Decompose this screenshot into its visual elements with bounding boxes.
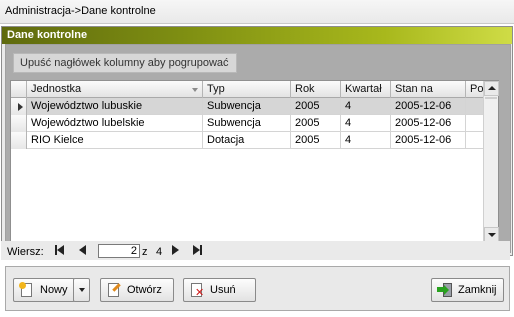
new-button-label: Nowy [40,284,68,296]
scroll-thumb[interactable] [485,97,497,99]
open-button[interactable]: Otwórz [100,278,174,302]
exit-door-icon [437,282,453,298]
cell-typ[interactable]: Subwencja [203,115,291,132]
cell-kwartal[interactable]: 4 [341,98,391,115]
current-row-arrow-icon [18,103,23,111]
last-record-bar [200,245,202,255]
delete-document-icon: ✕ [189,282,205,299]
cell-stan-na[interactable]: 2005-12-06 [391,132,466,149]
cell-kwartal[interactable]: 4 [341,132,391,149]
row-indicator [11,115,27,132]
window-title: Administracja->Dane kontrolne [0,0,514,24]
cell-jednostka[interactable]: Województwo lubuskie [27,98,203,115]
grid-rows: Województwo lubuskie Subwencja 2005 4 20… [11,98,498,149]
grid-header: Jednostka Typ Rok Kwartał Stan na Po... [11,81,498,98]
panel-header: Dane kontrolne [2,27,512,44]
table-row[interactable]: RIO Kielce Dotacja 2005 4 2005-12-06 [11,132,498,149]
group-by-drop-area[interactable]: Upuść nagłówek kolumny aby pogrupować [13,53,237,73]
column-header-typ[interactable]: Typ [203,81,291,98]
current-record-input[interactable] [98,244,140,258]
chevron-down-icon [78,288,85,292]
navigator-of-label: z [142,246,148,258]
delete-button-label: Usuń [210,284,236,296]
sort-arrow-icon [192,88,198,92]
first-record-arrow [57,245,64,255]
scroll-down-button[interactable] [484,227,499,242]
edit-document-icon [106,282,122,298]
first-record-button[interactable] [53,244,67,257]
column-header-kwartal[interactable]: Kwartał [341,81,391,98]
row-indicator [11,132,27,149]
column-header-label: Jednostka [31,83,82,95]
button-bar: Nowy Otwórz ✕ Usuń Zamknij [5,266,510,311]
arrow-down-icon [488,233,496,237]
cell-jednostka[interactable]: Województwo lubelskie [27,115,203,132]
table-row[interactable]: Województwo lubelskie Subwencja 2005 4 2… [11,115,498,132]
table-row[interactable]: Województwo lubuskie Subwencja 2005 4 20… [11,98,498,115]
cell-kwartal[interactable]: 4 [341,115,391,132]
record-navigator: Wiersz: z 4 [1,241,510,260]
previous-record-button[interactable] [75,244,89,257]
cell-rok[interactable]: 2005 [291,115,341,132]
data-panel: Dane kontrolne Upuść nagłówek kolumny ab… [1,26,513,256]
column-header-jednostka[interactable]: Jednostka [27,81,203,98]
arrow-up-icon [488,86,496,90]
row-indicator-header [11,81,27,98]
cell-rok[interactable]: 2005 [291,132,341,149]
new-dropdown-button[interactable] [73,278,90,302]
cell-stan-na[interactable]: 2005-12-06 [391,115,466,132]
panel-body: Upuść nagłówek kolumny aby pogrupować Je… [5,44,511,253]
cell-stan-na[interactable]: 2005-12-06 [391,98,466,115]
close-button[interactable]: Zamknij [431,278,504,302]
cell-rok[interactable]: 2005 [291,98,341,115]
new-document-icon [19,282,35,298]
next-record-button[interactable] [169,244,183,257]
navigator-total: 4 [156,246,163,258]
cell-typ[interactable]: Subwencja [203,98,291,115]
column-header-stan-na[interactable]: Stan na [391,81,466,98]
close-button-label: Zamknij [458,284,497,296]
delete-button[interactable]: ✕ Usuń [183,278,256,302]
last-record-button[interactable] [191,244,205,257]
cell-jednostka[interactable]: RIO Kielce [27,132,203,149]
cell-typ[interactable]: Dotacja [203,132,291,149]
row-indicator [11,98,27,115]
next-record-icon [172,245,179,255]
scroll-up-button[interactable] [484,81,499,96]
last-record-icon [193,245,200,255]
previous-record-icon [79,245,86,255]
open-button-label: Otwórz [127,284,162,296]
navigator-label: Wiersz: [7,246,44,258]
vertical-scrollbar[interactable] [483,81,499,242]
new-button[interactable]: Nowy [13,278,75,302]
data-grid: Jednostka Typ Rok Kwartał Stan na Po... … [10,80,499,243]
column-header-rok[interactable]: Rok [291,81,341,98]
